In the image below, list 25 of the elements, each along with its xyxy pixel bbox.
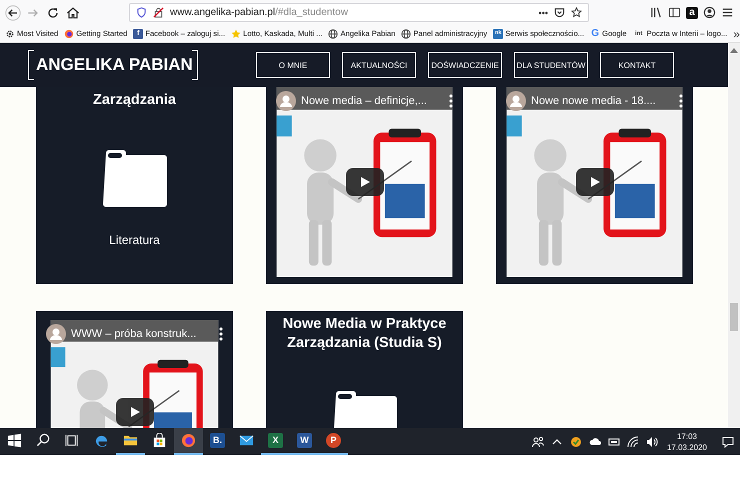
app-icon[interactable]: W — [297, 433, 312, 448]
app-icon[interactable]: X — [268, 433, 283, 448]
nav-button[interactable]: AKTUALNOŚCI — [342, 52, 416, 78]
nav-button[interactable]: DLA STUDENTÓW — [514, 52, 588, 78]
app-icon[interactable]: P — [326, 433, 341, 448]
extension-button[interactable]: a — [686, 6, 698, 18]
clock-time[interactable]: 17:03 — [676, 430, 697, 442]
favicon: G — [590, 28, 600, 38]
nav-button[interactable]: DOŚWIADCZENIE — [428, 52, 502, 78]
clock-date[interactable]: 17.03.2020 — [666, 442, 707, 452]
nav-button[interactable]: O MNIE — [256, 52, 330, 78]
card-label[interactable]: Literatura — [109, 233, 160, 247]
nav-button[interactable]: KONTAKT — [600, 52, 674, 78]
taskbar-button[interactable]: X — [261, 428, 290, 455]
url-text: www.angelika-pabian.pl/#dla_studentow — [170, 7, 349, 18]
card-title: Zarządzania — [92, 91, 177, 110]
more-bookmarks-button[interactable]: » — [733, 26, 740, 40]
card-title: Nowe Media w Praktyce Zarządzania (Studia S) — [282, 315, 448, 353]
site-logo[interactable]: ANGELIKA PABIAN — [28, 50, 198, 80]
page-actions-button[interactable]: ••• — [538, 8, 548, 18]
taskbar-button[interactable]: B. — [203, 428, 232, 455]
taskbar-button[interactable]: P — [319, 428, 348, 455]
taskbar-button[interactable]: W — [290, 428, 319, 455]
address-bar[interactable]: www.angelika-pabian.pl/#dla_studentow ••• — [129, 3, 589, 22]
app-icon[interactable]: B. — [210, 433, 225, 448]
